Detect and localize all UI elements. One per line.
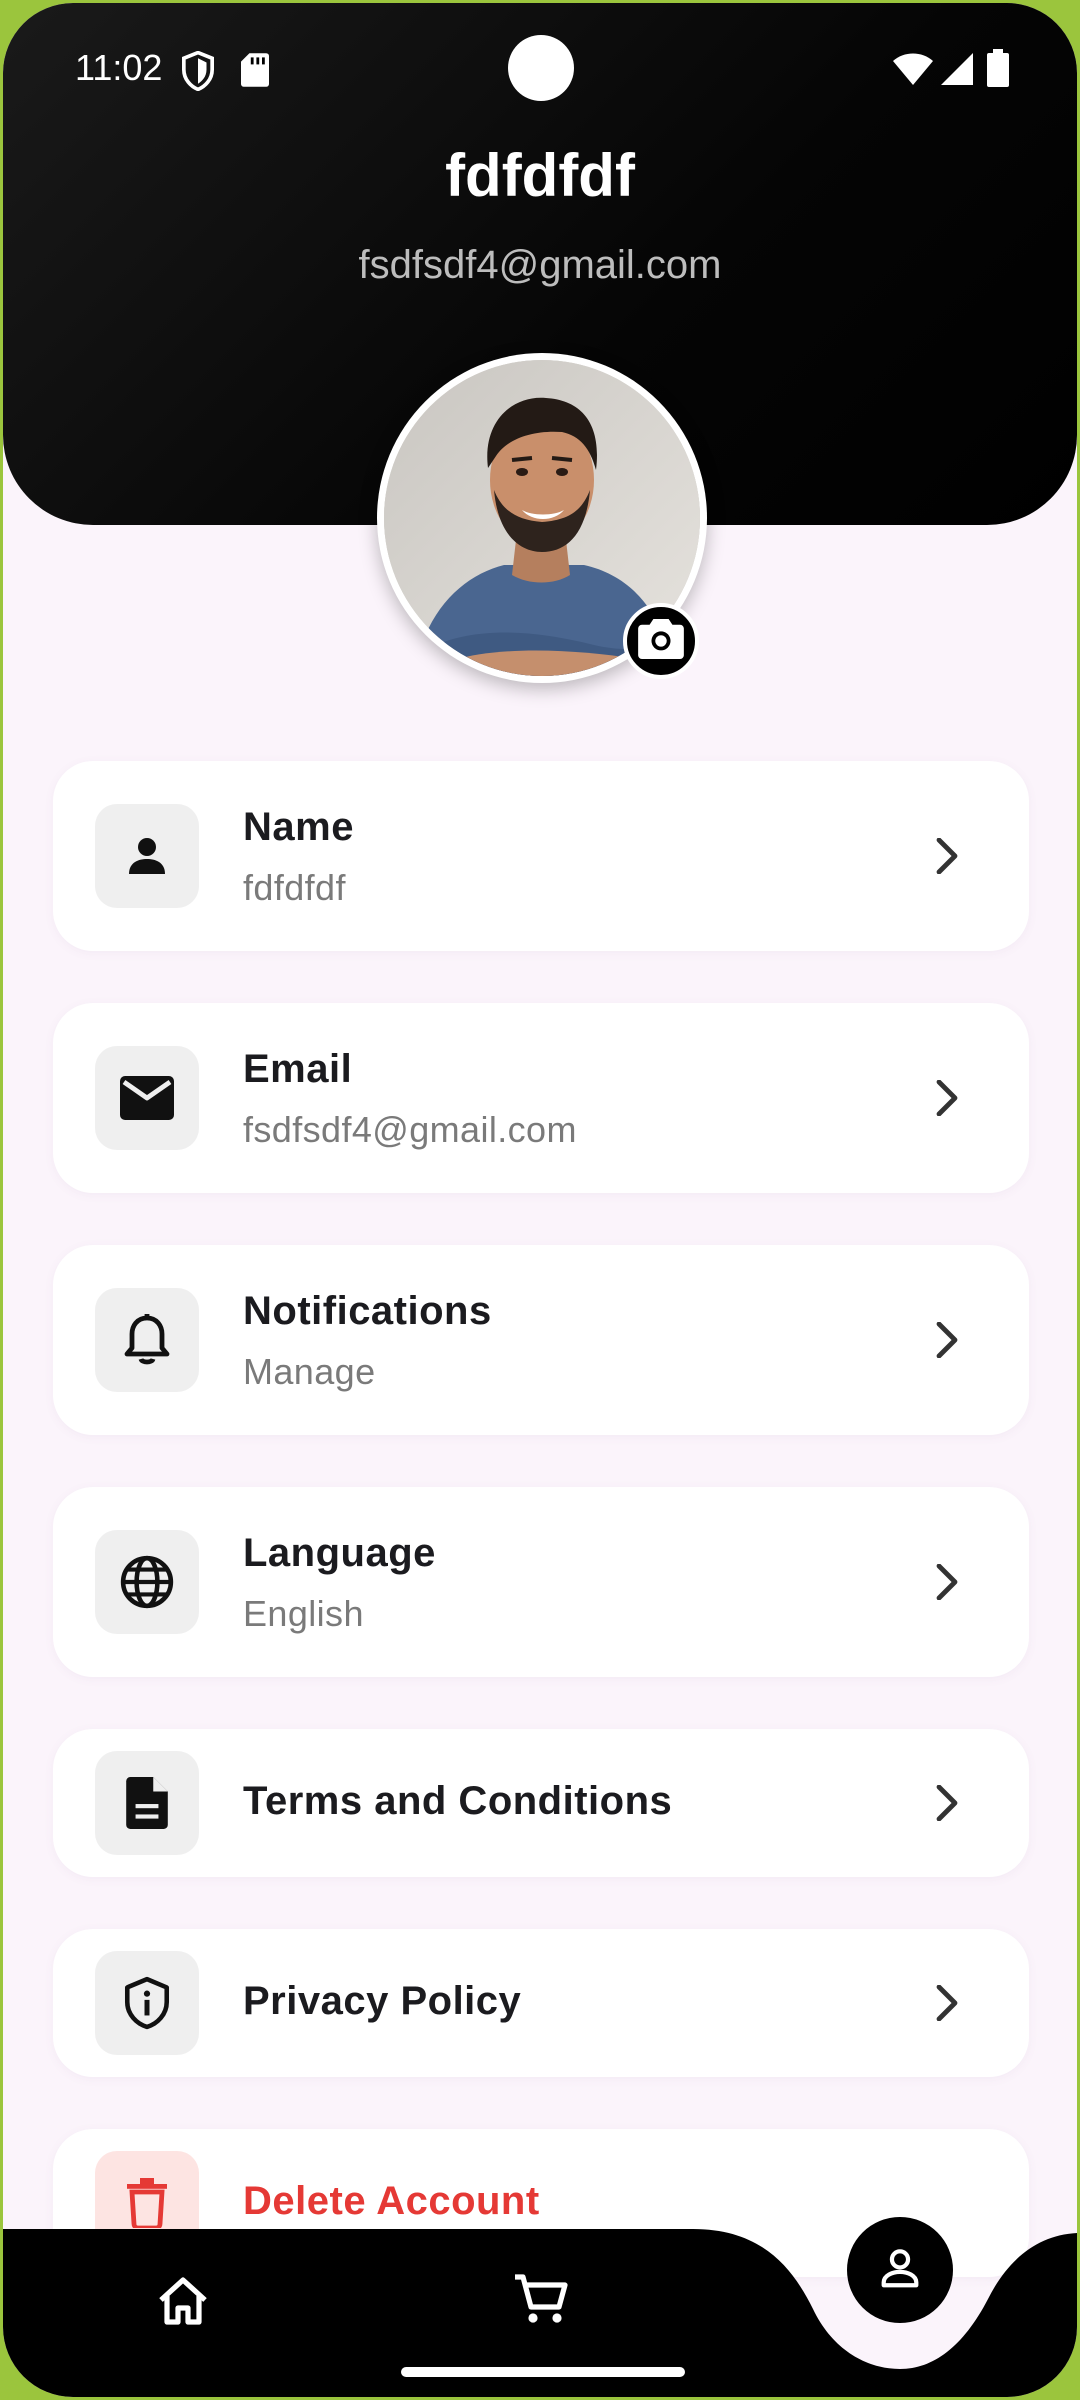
settings-item-email[interactable]: Email fsdfsdf4@gmail.com [53, 1003, 1029, 1193]
cart-icon [513, 2273, 569, 2330]
settings-item-title: Language [243, 1531, 436, 1575]
person-icon [95, 804, 199, 908]
settings-item-name[interactable]: Name fdfdfdf [53, 761, 1029, 951]
bell-icon [95, 1288, 199, 1392]
shield-info-icon [95, 1951, 199, 2055]
nav-profile-button[interactable] [847, 2217, 953, 2323]
person-outline-icon [877, 2245, 923, 2296]
settings-item-title: Terms and Conditions [243, 1779, 673, 1823]
profile-email: fsdfsdf4@gmail.com [358, 243, 722, 287]
nav-home-button[interactable] [151, 2271, 215, 2335]
settings-item-subtitle: fsdfsdf4@gmail.com [243, 1109, 577, 1150]
settings-item-title: Notifications [243, 1289, 492, 1333]
shield-icon [181, 50, 215, 96]
camera-icon [638, 618, 684, 664]
settings-item-language[interactable]: Language English [53, 1487, 1029, 1677]
settings-item-title: Delete Account [243, 2179, 540, 2223]
settings-item-subtitle: fdfdfdf [243, 867, 346, 908]
status-bar: 11:02 [3, 3, 1077, 133]
nav-cart-button[interactable] [509, 2269, 573, 2333]
wifi-icon [893, 53, 933, 90]
status-time: 11:02 [75, 47, 163, 88]
home-indicator[interactable] [401, 2367, 685, 2377]
settings-item-title: Email [243, 1047, 353, 1091]
mail-icon [95, 1046, 199, 1150]
front-camera [508, 35, 574, 101]
document-icon [95, 1751, 199, 1855]
settings-item-title: Name [243, 805, 354, 849]
settings-item-privacy[interactable]: Privacy Policy [53, 1929, 1029, 2077]
settings-item-notifications[interactable]: Notifications Manage [53, 1245, 1029, 1435]
globe-icon [95, 1530, 199, 1634]
signal-icon [941, 53, 973, 90]
chevron-right-icon [927, 1562, 967, 1602]
chevron-right-icon [927, 1078, 967, 1118]
chevron-right-icon [927, 836, 967, 876]
battery-icon [987, 49, 1009, 92]
app-screen: 11:02 fdfdfdf fsdfsdf4@gmail.com Name fd… [3, 3, 1077, 2397]
settings-item-subtitle: English [243, 1593, 364, 1634]
sd-card-icon [241, 53, 269, 92]
settings-item-title: Privacy Policy [243, 1979, 522, 2023]
settings-item-terms[interactable]: Terms and Conditions [53, 1729, 1029, 1877]
home-icon [157, 2276, 209, 2331]
chevron-right-icon [927, 1783, 967, 1823]
settings-item-subtitle: Manage [243, 1351, 376, 1392]
profile-name: fdfdfdf [445, 142, 635, 209]
chevron-right-icon [927, 1983, 967, 2023]
change-photo-button[interactable] [623, 603, 699, 679]
chevron-right-icon [927, 1320, 967, 1360]
